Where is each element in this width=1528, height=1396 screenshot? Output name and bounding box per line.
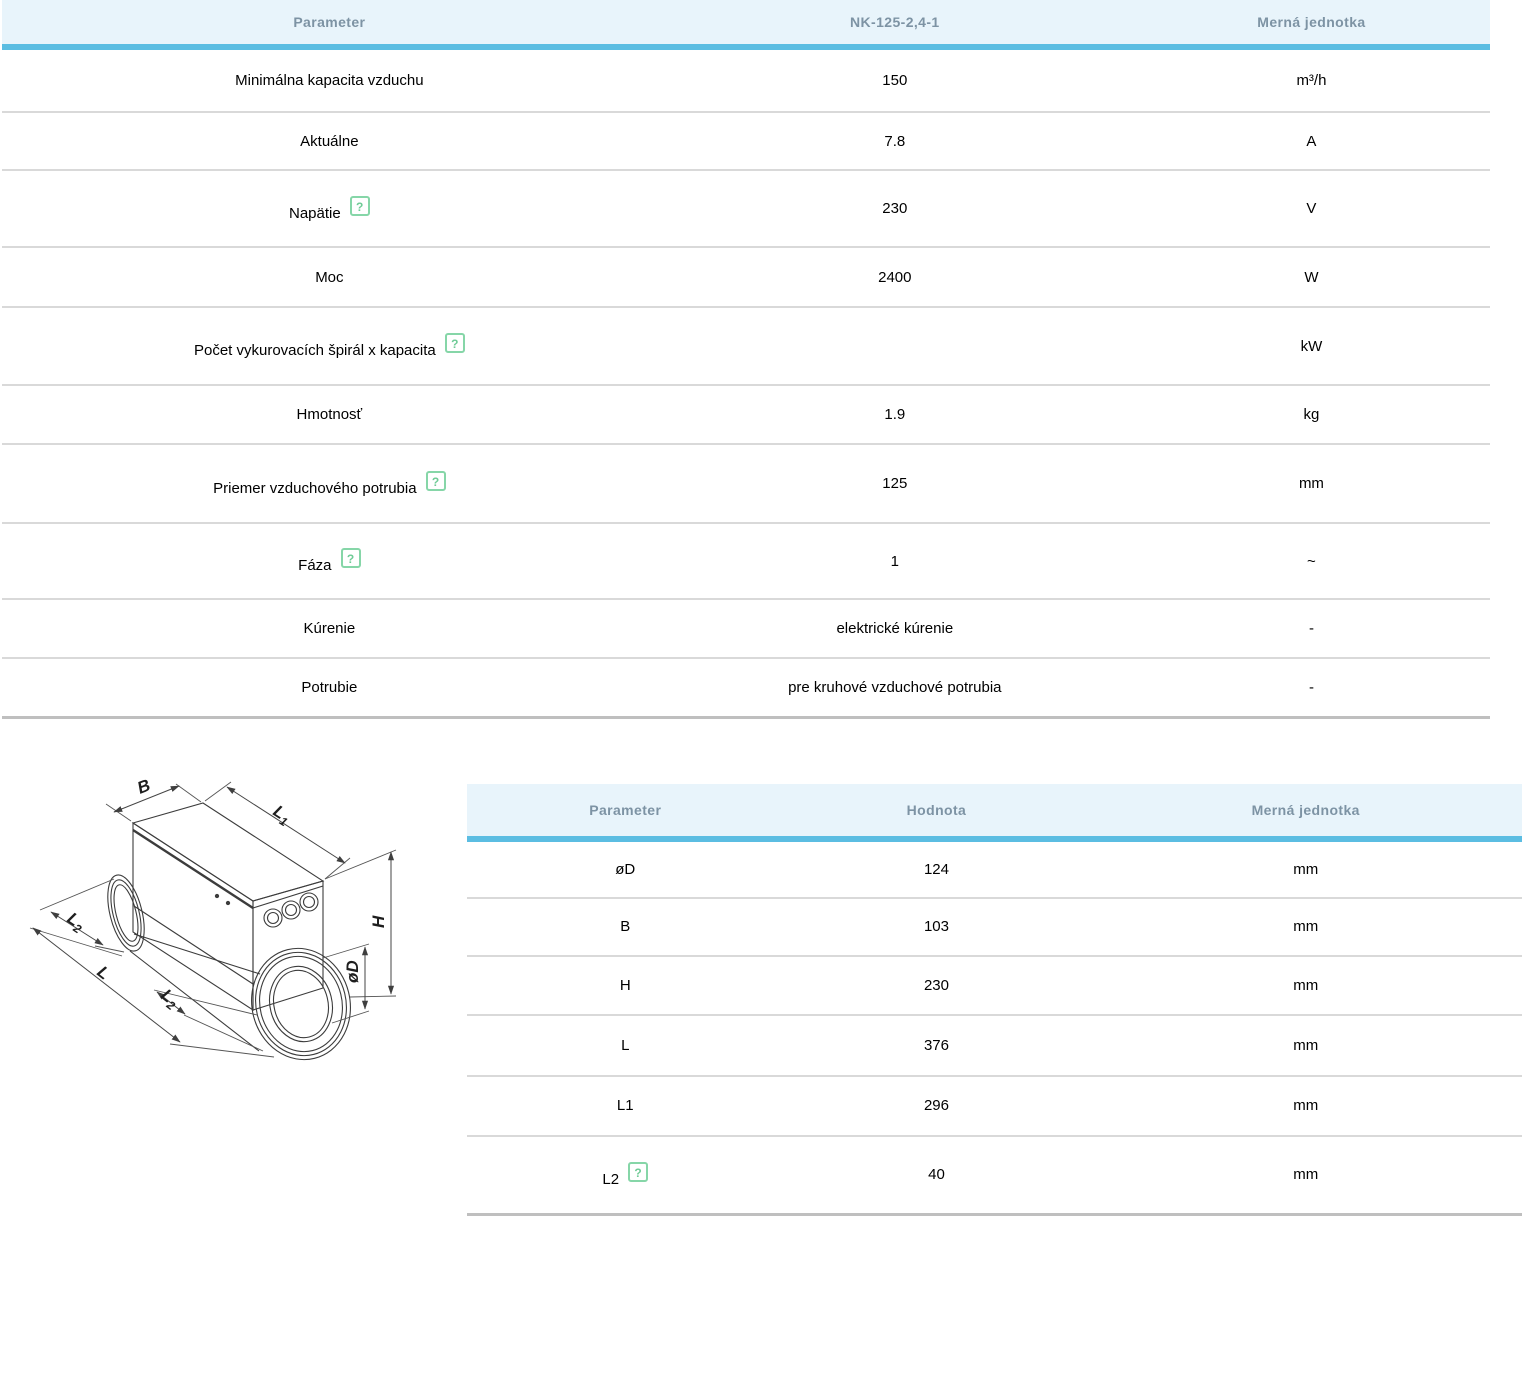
param-cell: Potrubie xyxy=(2,658,657,717)
value-cell: 125 xyxy=(657,444,1133,523)
value-cell: 376 xyxy=(784,1015,1090,1076)
value-cell: elektrické kúrenie xyxy=(657,599,1133,658)
dim-label-l1: L1 xyxy=(268,801,295,829)
help-icon[interactable]: ? xyxy=(341,548,361,568)
table-row: Fáza? 1 ~ xyxy=(2,523,1490,599)
table-row: H 230 mm xyxy=(467,956,1522,1015)
value-cell: 124 xyxy=(784,839,1090,898)
help-icon[interactable]: ? xyxy=(426,471,446,491)
param-cell: Napätie? xyxy=(2,170,657,247)
param-cell: Kúrenie xyxy=(2,599,657,658)
dims-header-row: Parameter Hodnota Merná jednotka xyxy=(467,784,1522,839)
value-cell: 230 xyxy=(657,170,1133,247)
param-cell: Fáza? xyxy=(2,523,657,599)
value-cell: 40 xyxy=(784,1136,1090,1215)
param-cell: Priemer vzduchového potrubia? xyxy=(2,444,657,523)
help-icon[interactable]: ? xyxy=(350,196,370,216)
value-cell: 230 xyxy=(784,956,1090,1015)
product-dimension-drawing: B L1 H øD L2 L L2 xyxy=(10,760,460,1100)
param-cell: L1 xyxy=(467,1076,784,1136)
table-row: Moc 2400 W xyxy=(2,247,1490,307)
column-header-model: NK-125-2,4-1 xyxy=(657,0,1133,47)
param-cell: B xyxy=(467,898,784,956)
table-row: L2? 40 mm xyxy=(467,1136,1522,1215)
value-cell: 103 xyxy=(784,898,1090,956)
param-cell: Minimálna kapacita vzduchu xyxy=(2,47,657,112)
unit-cell: kW xyxy=(1133,307,1490,385)
table-row: Aktuálne 7.8 A xyxy=(2,112,1490,170)
value-cell: 1 xyxy=(657,523,1133,599)
unit-cell: - xyxy=(1133,599,1490,658)
value-cell: 296 xyxy=(784,1076,1090,1136)
table-row: Minimálna kapacita vzduchu 150 m³/h xyxy=(2,47,1490,112)
param-cell: Hmotnosť xyxy=(2,385,657,444)
param-cell: L xyxy=(467,1015,784,1076)
dim-label-l: L xyxy=(94,962,114,983)
spec-header-row: Parameter NK-125-2,4-1 Merná jednotka xyxy=(2,0,1490,47)
param-cell: H xyxy=(467,956,784,1015)
unit-cell: - xyxy=(1133,658,1490,717)
dimensions-table: Parameter Hodnota Merná jednotka øD 124 … xyxy=(467,784,1522,1217)
table-row: øD 124 mm xyxy=(467,839,1522,898)
table-row: Počet vykurovacích špirál x kapacita? kW xyxy=(2,307,1490,385)
value-cell: pre kruhové vzduchové potrubia xyxy=(657,658,1133,717)
value-cell: 2400 xyxy=(657,247,1133,307)
unit-cell: A xyxy=(1133,112,1490,170)
unit-cell: mm xyxy=(1089,1015,1522,1076)
dim-label-od: øD xyxy=(343,960,362,983)
unit-cell: kg xyxy=(1133,385,1490,444)
table-row: L 376 mm xyxy=(467,1015,1522,1076)
unit-cell: mm xyxy=(1089,1076,1522,1136)
param-cell: Aktuálne xyxy=(2,112,657,170)
table-row: Kúrenie elektrické kúrenie - xyxy=(2,599,1490,658)
unit-cell: W xyxy=(1133,247,1490,307)
param-cell: øD xyxy=(467,839,784,898)
dim-label-l2-upper: L2 xyxy=(62,908,89,936)
value-cell: 1.9 xyxy=(657,385,1133,444)
unit-cell: mm xyxy=(1089,839,1522,898)
unit-cell: mm xyxy=(1089,956,1522,1015)
column-header-value: Hodnota xyxy=(784,784,1090,839)
value-cell: 150 xyxy=(657,47,1133,112)
terminal-knobs xyxy=(264,893,318,927)
table-row: Hmotnosť 1.9 kg xyxy=(2,385,1490,444)
table-row: Priemer vzduchového potrubia? 125 mm xyxy=(2,444,1490,523)
column-header-parameter: Parameter xyxy=(467,784,784,839)
dim-label-b: B xyxy=(135,775,153,797)
unit-cell: m³/h xyxy=(1133,47,1490,112)
value-cell xyxy=(657,307,1133,385)
column-header-unit: Merná jednotka xyxy=(1133,0,1490,47)
unit-cell: ~ xyxy=(1133,523,1490,599)
unit-cell: V xyxy=(1133,170,1490,247)
param-cell: Moc xyxy=(2,247,657,307)
heater-body xyxy=(101,803,362,1070)
param-cell: Počet vykurovacích špirál x kapacita? xyxy=(2,307,657,385)
help-icon[interactable]: ? xyxy=(628,1162,648,1182)
table-row: Napätie? 230 V xyxy=(2,170,1490,247)
unit-cell: mm xyxy=(1089,898,1522,956)
unit-cell: mm xyxy=(1089,1136,1522,1215)
param-cell: L2? xyxy=(467,1136,784,1215)
value-cell: 7.8 xyxy=(657,112,1133,170)
table-row: B 103 mm xyxy=(467,898,1522,956)
unit-cell: mm xyxy=(1133,444,1490,523)
dim-label-h: H xyxy=(369,915,388,928)
column-header-parameter: Parameter xyxy=(2,0,657,47)
spec-table: Parameter NK-125-2,4-1 Merná jednotka Mi… xyxy=(2,0,1490,719)
table-row: L1 296 mm xyxy=(467,1076,1522,1136)
dimensions-section: B L1 H øD L2 L L2 Parameter Hodnota Mern… xyxy=(0,760,1528,1360)
column-header-unit: Merná jednotka xyxy=(1089,784,1522,839)
help-icon[interactable]: ? xyxy=(445,333,465,353)
table-row: Potrubie pre kruhové vzduchové potrubia … xyxy=(2,658,1490,717)
dimension-lines xyxy=(33,786,391,1042)
